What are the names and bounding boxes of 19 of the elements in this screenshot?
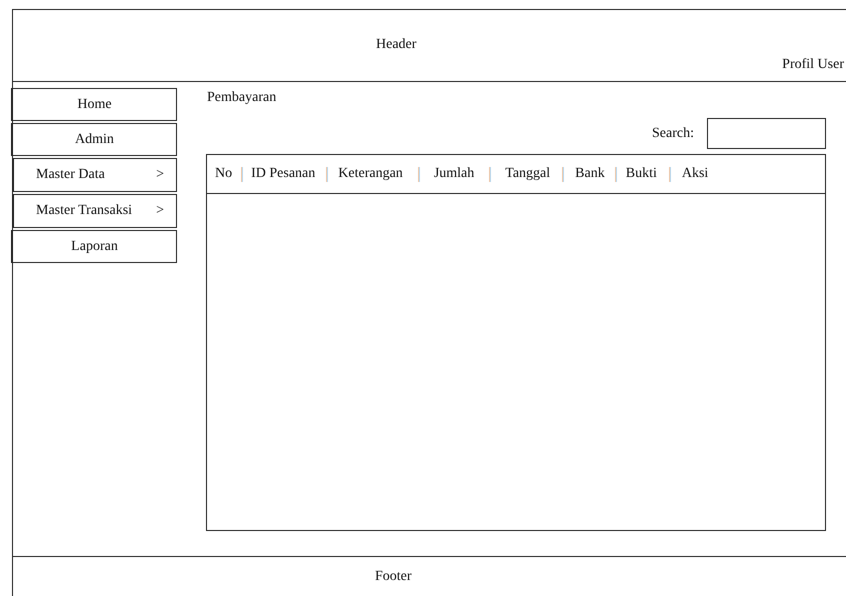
profile-link[interactable]: Profil User [782, 57, 844, 73]
column-header: Keterangan [338, 166, 403, 182]
sidebar-item[interactable]: Master Transaksi > [13, 194, 177, 228]
column-header: Bukti [626, 166, 657, 182]
header-title: Header [376, 37, 416, 53]
column-header: Aksi [682, 166, 708, 182]
footer-text: Footer [375, 569, 412, 585]
sidebar-item[interactable]: Master Data > [13, 158, 177, 192]
sidebar-item[interactable]: Home [11, 88, 177, 121]
search-label: Search: [652, 126, 694, 142]
column-header: Jumlah [434, 166, 474, 182]
sidebar-item[interactable]: Admin [11, 123, 177, 156]
column-header: No [215, 166, 232, 182]
column-header: Tanggal [505, 166, 550, 182]
sidebar-item[interactable]: Laporan [11, 230, 177, 263]
search-field[interactable] [707, 118, 826, 149]
column-header: Bank [575, 166, 605, 182]
page-title: Pembayaran [207, 90, 278, 106]
column-header: ID Pesanan [251, 166, 316, 182]
